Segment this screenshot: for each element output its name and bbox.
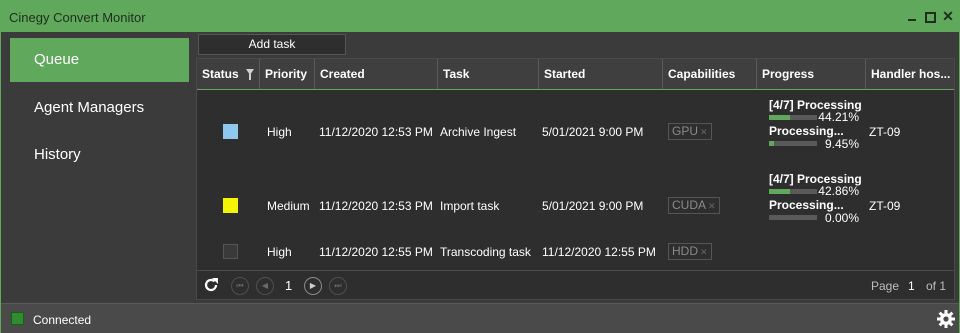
window-title: Cinegy Convert Monitor — [9, 10, 146, 25]
task-cell: Archive Ingest — [440, 125, 517, 139]
progress-bar-fill — [769, 189, 790, 194]
column-header-started[interactable]: Started — [539, 59, 663, 89]
title-bar[interactable]: Cinegy Convert Monitor ✕ — [1, 1, 959, 32]
column-header-priority[interactable]: Priority — [260, 59, 315, 89]
progress-bar-fill — [769, 141, 774, 146]
priority-cell: High — [267, 245, 292, 259]
task-table: Status Priority Created Task Started Cap… — [196, 58, 955, 300]
page-total: of 1 — [926, 279, 947, 293]
sidebar-item-queue[interactable]: Queue — [10, 38, 189, 82]
column-header-capabilities[interactable]: Capabilities — [663, 59, 757, 89]
remove-tag-icon: ✕ — [708, 201, 716, 211]
table-header: Status Priority Created Task Started Cap… — [197, 59, 954, 90]
status-indicator — [223, 198, 238, 213]
first-page-icon[interactable]: ⏮ — [231, 277, 249, 295]
created-cell: 11/12/2020 12:55 PM — [319, 245, 433, 259]
gear-icon[interactable] — [936, 309, 956, 329]
remove-tag-icon: ✕ — [700, 247, 708, 257]
page-label: Page — [871, 279, 900, 293]
previous-page-icon[interactable]: ◀ — [256, 277, 274, 295]
capability-tag: CUDA ✕ — [668, 197, 720, 214]
started-cell: 5/01/2021 9:00 PM — [542, 199, 644, 213]
sidebar: Queue Agent Managers History — [1, 32, 196, 302]
task-cell: Import task — [440, 199, 500, 213]
created-cell: 11/12/2020 12:53 PM — [319, 125, 433, 139]
created-cell: 11/12/2020 12:53 PM — [319, 199, 433, 213]
add-task-button[interactable]: Add task — [198, 34, 346, 55]
progress-percent: 44.21% — [818, 110, 859, 124]
status-bar: Connected — [1, 303, 959, 333]
progress-percent: 42.86% — [818, 184, 859, 198]
status-indicator — [223, 124, 238, 139]
app-window: Cinegy Convert Monitor ✕ Queue Agent Man… — [0, 0, 960, 333]
progress-percent: 9.45% — [824, 137, 859, 151]
pager: ⏮ ◀ 1 ▶ ⏭ Page 1 of 1 — [197, 270, 954, 299]
column-header-task[interactable]: Task — [438, 59, 539, 89]
page-value[interactable]: 1 — [908, 279, 915, 293]
connection-status-icon — [11, 312, 24, 325]
connection-status-text: Connected — [33, 313, 92, 327]
column-header-status[interactable]: Status — [197, 59, 260, 89]
column-header-handler-host[interactable]: Handler hos... — [866, 59, 954, 89]
sidebar-item-history[interactable]: History — [10, 133, 189, 177]
progress-bar-fill — [769, 115, 791, 120]
next-page-icon[interactable]: ▶ — [304, 277, 322, 295]
last-page-icon[interactable]: ⏭ — [329, 277, 347, 295]
capability-tag: HDD ✕ — [668, 243, 712, 260]
current-page-number: 1 — [285, 278, 293, 293]
handler-cell: ZT-09 — [869, 199, 901, 213]
started-cell: 5/01/2021 9:00 PM — [542, 125, 644, 139]
priority-cell: High — [267, 125, 292, 139]
column-header-label: Status — [202, 67, 239, 81]
status-indicator — [223, 244, 238, 259]
handler-cell: ZT-09 — [869, 125, 901, 139]
column-header-created[interactable]: Created — [315, 59, 438, 89]
remove-tag-icon: ✕ — [700, 127, 708, 137]
progress-percent: 0.00% — [824, 211, 859, 225]
minimize-icon[interactable] — [905, 9, 919, 23]
progress-label: Processing... — [769, 198, 844, 212]
progress-label: Processing... — [769, 124, 844, 138]
column-header-progress[interactable]: Progress — [757, 59, 866, 89]
capability-label: GPU — [672, 124, 699, 138]
capability-tag: GPU ✕ — [668, 123, 712, 140]
started-cell: 11/12/2020 12:55 PM — [542, 245, 656, 259]
main-panel: Add task Status Priority Created Task St… — [196, 32, 958, 302]
sidebar-item-agent-managers[interactable]: Agent Managers — [10, 86, 189, 130]
task-cell: Transcoding task — [440, 245, 531, 259]
capability-label: CUDA — [672, 198, 707, 212]
filter-icon[interactable] — [246, 69, 254, 80]
refresh-icon[interactable] — [203, 277, 219, 293]
capability-label: HDD — [672, 244, 698, 258]
maximize-icon[interactable] — [923, 9, 937, 23]
close-icon[interactable]: ✕ — [941, 9, 955, 23]
priority-cell: Medium — [267, 199, 310, 213]
